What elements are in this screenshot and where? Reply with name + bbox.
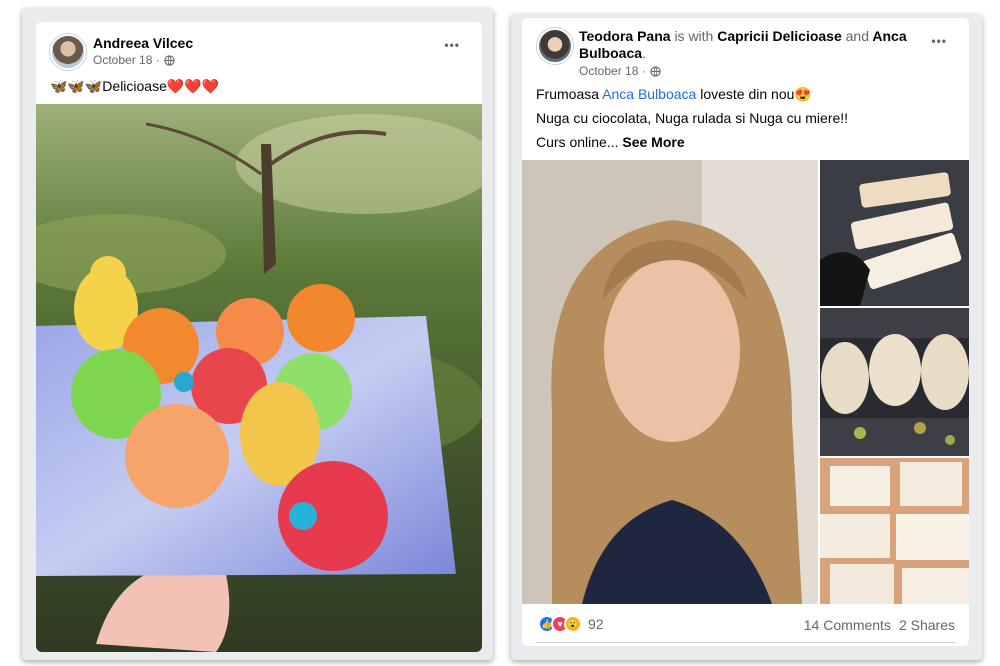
nougat-photo-3[interactable] [820, 458, 969, 604]
post-caption: 🦋🦋🦋Delicioase❤️❤️❤️ [50, 78, 220, 94]
engagement-counts: 14 Comments 2 Shares [804, 617, 955, 633]
nougat-photo-2[interactable] [820, 308, 969, 456]
tagged-page[interactable]: Capricii Delicioase [717, 28, 842, 44]
reactions-summary[interactable]: 👍 ♥ 😮 92 [538, 615, 604, 633]
reaction-count: 92 [588, 616, 604, 632]
globe-icon [164, 54, 175, 66]
author-name[interactable]: Teodora Pana [579, 28, 671, 44]
nougat-slices-photo [820, 160, 969, 306]
author-line: Teodora Pana is with Capricii Delicioase… [579, 28, 907, 44]
caption-line-3: Curs online... See More [536, 134, 685, 150]
and-text: and [845, 28, 869, 44]
more-options-button[interactable]: ••• [444, 38, 460, 52]
right-post-card: Teodora Pana is with Capricii Delicioase… [522, 18, 969, 646]
author-name[interactable]: Andreea Vilcec [93, 35, 193, 51]
see-more-link[interactable]: See More [622, 134, 684, 150]
nougat-pieces-photo [820, 458, 969, 604]
post-photo[interactable] [36, 104, 482, 652]
portrait-photo[interactable] [522, 160, 818, 604]
author-line-2: Bulboaca. [579, 45, 646, 61]
caption-line-2: Nuga cu ciocolata, Nuga rulada si Nuga c… [536, 110, 849, 126]
post-meta: October 18 · [579, 64, 661, 78]
left-post-card: Andreea Vilcec October 18 · ••• 🦋🦋🦋Delic… [36, 22, 482, 652]
post-meta: October 18 · [93, 53, 175, 67]
reactions-divider [536, 642, 955, 643]
globe-icon [650, 65, 661, 77]
more-options-button[interactable]: ••• [931, 34, 947, 48]
period: . [642, 45, 646, 61]
tagged-person-first[interactable]: Anca [872, 28, 906, 44]
wow-icon: 😮 [564, 615, 582, 633]
comments-count[interactable]: 14 Comments [804, 617, 891, 633]
marzipan-fruits-photo [36, 104, 482, 652]
post-date[interactable]: October 18 · [93, 53, 160, 67]
post-date[interactable]: October 18 · [579, 64, 646, 78]
nougat-photo-1[interactable] [820, 160, 969, 306]
shares-count[interactable]: 2 Shares [899, 617, 955, 633]
author-avatar[interactable] [537, 28, 573, 64]
with-text: is with [674, 28, 714, 44]
author-avatar[interactable] [50, 34, 86, 70]
tagged-person-last[interactable]: Bulboaca [579, 45, 642, 61]
woman-portrait [522, 160, 818, 604]
nougat-rolls-photo [820, 308, 969, 456]
caption-line-1: Frumoasa Anca Bulboaca loveste din nou😍 [536, 86, 812, 102]
mention-link[interactable]: Anca Bulboaca [602, 86, 696, 102]
